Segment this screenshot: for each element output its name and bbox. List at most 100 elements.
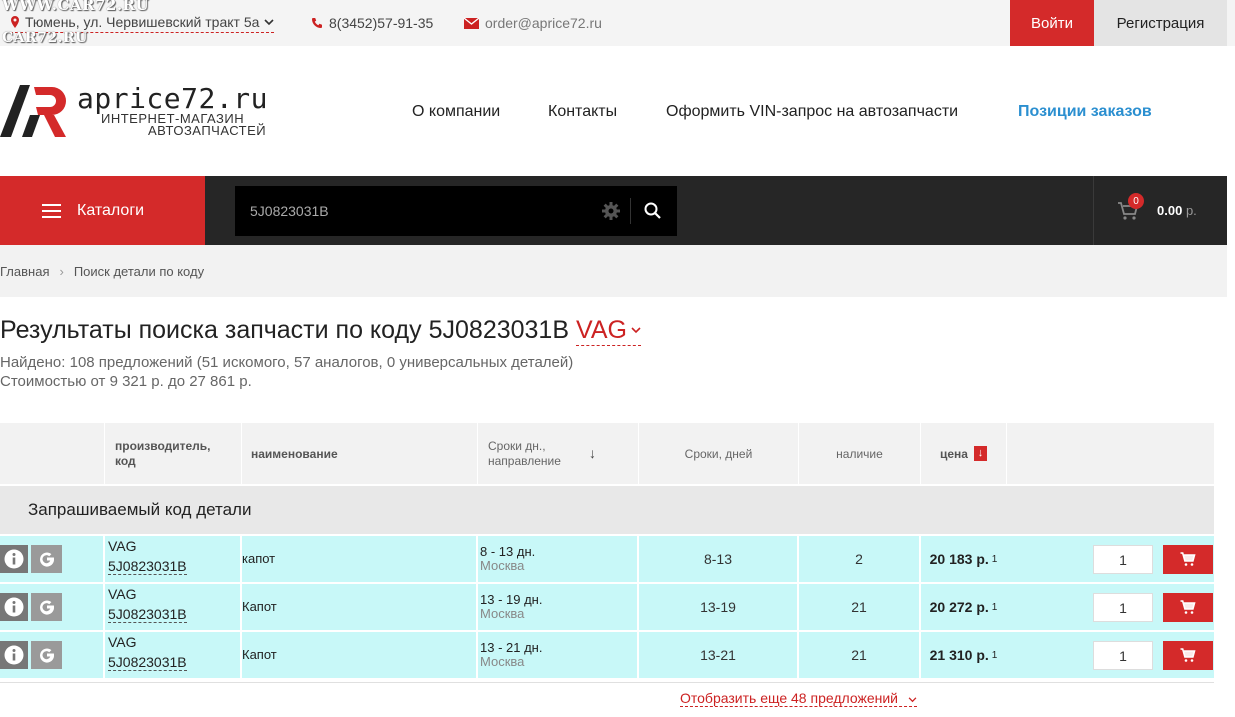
table-row: VAG 5J0823031B Капот 13 - 21 дн. Москва 13-21…: [0, 632, 1214, 678]
google-icon: [39, 552, 54, 567]
search-divider: [630, 198, 631, 224]
info-button[interactable]: [0, 545, 28, 573]
logo-subtitle-2: АВТОЗАПЧАСТЕЙ: [148, 123, 267, 138]
row-price: 21 310 р.: [929, 647, 989, 663]
menu-icon: [42, 203, 61, 218]
row-term: 8 - 13 дн.: [480, 544, 536, 559]
row-term: 13 - 19 дн.: [480, 592, 543, 607]
header-price[interactable]: цена ↓: [921, 423, 1007, 484]
quantity-input[interactable]: [1093, 593, 1153, 622]
city-label: Тюмень, ул. Червишевский тракт 5а: [25, 14, 260, 30]
title-code: 5J0823031B: [428, 316, 570, 344]
row-name: Капот: [242, 599, 277, 614]
header-buy: [1007, 423, 1214, 484]
cart-total-value: 0.00: [1157, 203, 1183, 218]
row-city: Москва: [480, 654, 525, 669]
header-name[interactable]: наименование: [242, 423, 478, 484]
results-table-header: производитель, код наименование Сроки дн…: [0, 423, 1214, 484]
row-days: 8-13: [639, 536, 799, 582]
row-price: 20 183 р.: [929, 551, 989, 567]
add-to-cart-button[interactable]: [1163, 641, 1213, 670]
quantity-input[interactable]: [1093, 641, 1153, 670]
row-city: Москва: [480, 558, 525, 573]
row-code[interactable]: 5J0823031B: [108, 606, 187, 623]
show-more-link[interactable]: Отобразить еще 48 предложений: [680, 690, 917, 707]
phone-link[interactable]: 8(3452)57-91-35: [311, 15, 433, 31]
cart-count-badge: 0: [1128, 193, 1144, 209]
phone-number: 8(3452)57-91-35: [329, 15, 434, 31]
phone-icon: [312, 18, 322, 28]
cart-icon: [1180, 600, 1196, 614]
results-count: Найдено: 108 предложений (51 искомого, 5…: [0, 354, 574, 371]
row-term: 13 - 21 дн.: [480, 640, 543, 655]
logo-icon[interactable]: [0, 85, 66, 137]
info-button[interactable]: [0, 641, 28, 669]
info-icon: [4, 645, 24, 665]
breadcrumb-separator: ›: [59, 263, 64, 279]
breadcrumb-current: Поиск детали по коду: [73, 263, 205, 279]
title-prefix: Результаты поиска запчасти по коду: [0, 316, 422, 344]
row-price-note: 1: [991, 601, 998, 613]
row-code[interactable]: 5J0823031B: [108, 654, 187, 671]
row-price-cell: 21 310 р. 1: [921, 632, 1006, 678]
row-price-note: 1: [991, 649, 998, 661]
row-city: Москва: [480, 606, 525, 621]
chevron-down-icon: [631, 327, 641, 334]
row-brand[interactable]: VAG: [108, 538, 137, 554]
row-name-cell: [242, 584, 478, 630]
header-terms-direction[interactable]: Сроки дн., направление ↓: [478, 423, 639, 484]
gear-icon[interactable]: [601, 201, 621, 221]
breadcrumb-home[interactable]: Главная: [0, 264, 49, 279]
sort-down-icon: ↓: [589, 445, 596, 461]
header-manufacturer[interactable]: производитель, код: [105, 423, 242, 484]
info-icon: [4, 549, 24, 569]
section-title: Запрашиваемый код детали: [0, 486, 1214, 534]
chevron-down-icon: [908, 697, 917, 703]
email-link[interactable]: order@aprice72.ru: [464, 15, 602, 31]
row-stock: 2: [799, 536, 921, 582]
row-brand[interactable]: VAG: [108, 634, 137, 650]
cart-icon: [1180, 552, 1196, 566]
sort-active-icon: ↓: [973, 446, 987, 461]
page-title: Результаты поиска запчасти по коду 5J082…: [0, 316, 641, 346]
add-to-cart-button[interactable]: [1163, 545, 1213, 574]
cart-total: 0.00 р.: [1157, 203, 1197, 218]
search-input[interactable]: [235, 186, 595, 236]
add-to-cart-button[interactable]: [1163, 593, 1213, 622]
quantity-input[interactable]: [1093, 545, 1153, 574]
register-button[interactable]: Регистрация: [1094, 0, 1227, 46]
row-days: 13-21: [639, 632, 799, 678]
header-terms[interactable]: Сроки, дней: [639, 423, 799, 484]
nav-contacts[interactable]: Контакты: [548, 103, 617, 121]
login-button[interactable]: Войти: [1010, 0, 1094, 46]
breadcrumb: Главная › Поиск детали по коду: [0, 245, 1227, 297]
info-button[interactable]: [0, 593, 28, 621]
row-brand[interactable]: VAG: [108, 586, 137, 602]
header-stock[interactable]: наличие: [799, 423, 921, 484]
nav-about[interactable]: О компании: [412, 103, 500, 121]
row-name-cell: [242, 632, 478, 678]
header-price-label: цена: [940, 446, 968, 461]
google-search-button[interactable]: [31, 593, 62, 621]
catalog-button[interactable]: Каталоги: [0, 176, 205, 245]
brand-label: VAG: [576, 316, 627, 344]
google-icon: [39, 648, 54, 663]
search-icon[interactable]: [643, 201, 663, 221]
brand-selector[interactable]: VAG: [576, 316, 641, 346]
google-search-button[interactable]: [31, 641, 62, 669]
chevron-down-icon: [264, 18, 274, 25]
google-icon: [39, 600, 54, 615]
cart-icon: [1180, 648, 1196, 662]
google-search-button[interactable]: [31, 545, 62, 573]
cart[interactable]: 0 0.00 р.: [1093, 176, 1227, 245]
price-range: Стоимостью от 9 321 р. до 27 861 р.: [0, 373, 252, 390]
watermark-top: WWW.CAR72.RU: [2, 0, 150, 14]
envelope-icon: [464, 17, 479, 29]
row-price: 20 272 р.: [929, 599, 989, 615]
nav-vin-request[interactable]: Оформить VIN-запрос на автозапчасти: [666, 103, 958, 121]
info-icon: [4, 597, 24, 617]
row-code[interactable]: 5J0823031B: [108, 558, 187, 575]
nav-order-items[interactable]: Позиции заказов: [1018, 103, 1152, 121]
header-terms-direction-label: Сроки дн., направление: [488, 438, 561, 468]
watermark-bottom: CAR72.RU: [2, 30, 88, 46]
